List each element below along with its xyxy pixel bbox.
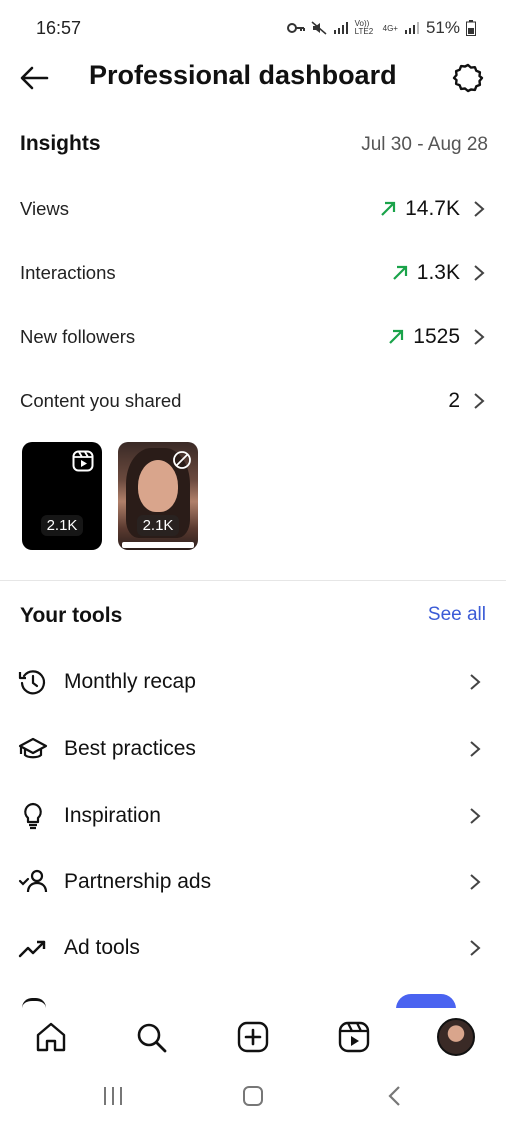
tool-label: Inspiration — [64, 804, 161, 827]
chevron-right-icon — [470, 674, 481, 690]
bottom-nav — [0, 1008, 506, 1068]
status-time: 16:57 — [36, 18, 82, 38]
insights-header: Insights Jul 30 - Aug 28 — [20, 132, 488, 162]
trend-up-arrow-icon — [381, 201, 396, 216]
tool-row-monthly-recap[interactable]: Monthly recap — [18, 664, 486, 700]
trending-up-icon — [18, 940, 46, 958]
insights-title: Insights — [20, 132, 101, 155]
trend-up-arrow-icon — [393, 265, 407, 280]
trend-up-arrow-icon — [389, 329, 404, 344]
history-icon — [18, 670, 46, 695]
tool-label: Partnership ads — [64, 870, 212, 893]
chevron-right-icon — [470, 940, 481, 956]
tools-header: Your tools See all — [20, 604, 486, 632]
system-nav-bar — [0, 1070, 506, 1125]
signal-icon — [333, 22, 348, 34]
graduation-cap-icon — [18, 737, 48, 759]
search-icon[interactable] — [134, 1020, 168, 1054]
chevron-right-icon — [470, 808, 481, 824]
chevron-right-icon — [474, 265, 485, 281]
battery-percent: 51% — [425, 18, 460, 37]
back-icon[interactable] — [382, 1084, 408, 1108]
metric-row-views[interactable]: Views 14.7K — [20, 194, 486, 224]
network-label-2: 4G+ — [382, 23, 398, 33]
partial-tool-icon — [22, 998, 46, 1008]
metric-value: 14.7K — [405, 197, 460, 220]
arrow-left-icon[interactable] — [18, 64, 50, 92]
tool-row-partnership-ads[interactable]: Partnership ads — [18, 864, 486, 900]
status-icons: Vo)) LTE2 4G+ 51% — [286, 18, 476, 38]
home-button-icon[interactable] — [240, 1084, 266, 1108]
status-bar: 16:57 Vo)) LTE2 4G+ 51% — [0, 0, 506, 56]
view-count: 2.1K — [136, 515, 180, 536]
partial-tool-row — [0, 994, 506, 1008]
signal-icon-2 — [404, 22, 419, 34]
chevron-right-icon — [474, 393, 485, 409]
tools-title: Your tools — [20, 604, 123, 627]
metric-label: New followers — [20, 326, 136, 347]
key-icon — [286, 23, 305, 33]
section-divider — [0, 580, 506, 581]
mute-icon — [311, 21, 327, 35]
floating-action-pill[interactable] — [396, 994, 456, 1008]
metric-row-content-shared[interactable]: Content you shared 2 — [20, 386, 486, 416]
photo-caption-strip — [122, 542, 194, 548]
chevron-right-icon — [470, 874, 481, 890]
page-title: Professional dashboard — [89, 60, 397, 90]
tool-label: Monthly recap — [64, 670, 196, 693]
network-label-1: Vo)) LTE2 — [354, 19, 374, 36]
chevron-right-icon — [474, 329, 485, 345]
metric-label: Interactions — [20, 262, 116, 283]
date-range[interactable]: Jul 30 - Aug 28 — [361, 134, 488, 156]
reels-icon[interactable] — [337, 1020, 371, 1054]
reels-icon — [72, 450, 94, 472]
chevron-right-icon — [474, 201, 485, 217]
content-thumbnail-photo[interactable]: 2.1K — [118, 442, 198, 550]
tool-row-best-practices[interactable]: Best practices — [18, 731, 486, 767]
view-count: 2.1K — [40, 515, 84, 536]
battery-icon — [466, 20, 476, 36]
metric-label: Views — [20, 198, 70, 219]
home-icon[interactable] — [34, 1020, 68, 1054]
metric-row-new-followers[interactable]: New followers 1525 — [20, 322, 486, 352]
content-thumbnail-reel[interactable]: 2.1K — [22, 442, 102, 550]
circle-slash-icon — [173, 451, 191, 469]
lightbulb-icon — [24, 802, 42, 830]
metric-value: 1525 — [413, 325, 460, 348]
metric-value: 1.3K — [416, 261, 460, 284]
see-all-link[interactable]: See all — [428, 604, 486, 626]
header: Professional dashboard — [0, 56, 506, 100]
profile-avatar[interactable] — [437, 1018, 475, 1056]
metric-value: 2 — [448, 389, 460, 412]
tool-row-ad-tools[interactable]: Ad tools — [18, 930, 486, 966]
chevron-right-icon — [470, 741, 481, 757]
recents-icon[interactable] — [100, 1084, 126, 1108]
tool-label: Best practices — [64, 737, 196, 760]
tool-label: Ad tools — [64, 936, 140, 959]
partnership-user-icon — [18, 869, 48, 893]
tool-row-inspiration[interactable]: Inspiration — [18, 798, 486, 834]
metric-label: Content you shared — [20, 390, 182, 411]
gear-icon[interactable] — [452, 62, 484, 94]
create-icon[interactable] — [236, 1020, 270, 1054]
metric-row-interactions[interactable]: Interactions 1.3K — [20, 258, 486, 288]
